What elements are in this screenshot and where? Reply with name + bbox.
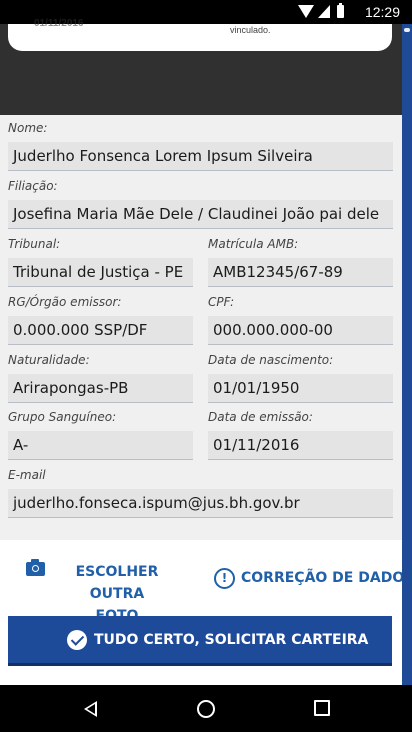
filiacao-value[interactable]: Josefina Maria Mãe Dele / Claudinei João…	[8, 200, 393, 229]
scrollbar-thumb[interactable]	[404, 28, 410, 32]
field-filiacao: Filiação: Josefina Maria Mãe Dele / Clau…	[8, 179, 393, 229]
wifi-icon	[298, 5, 314, 18]
emissao-value[interactable]: 01/11/2016	[208, 431, 393, 460]
recents-icon[interactable]	[314, 700, 330, 716]
field-nascimento: Data de nascimento: 01/01/1950	[208, 353, 393, 403]
card-preview: 01/11/2016 vinculado.	[8, 18, 392, 51]
field-label: Grupo Sanguíneo:	[8, 410, 117, 424]
field-email: E-mail juderlho.fonseca.ispum@jus.bh.gov…	[8, 468, 393, 518]
request-card-label: TUDO CERTO, SOLICITAR CARTEIRA	[94, 632, 369, 648]
sangue-value[interactable]: A-	[8, 431, 193, 460]
field-label: Tribunal:	[8, 237, 61, 251]
field-label: Naturalidade:	[8, 353, 90, 367]
field-label: Data de nascimento:	[208, 353, 334, 367]
tribunal-value[interactable]: Tribunal de Justiça - PE	[8, 258, 193, 287]
field-label: E-mail	[8, 468, 46, 482]
field-naturalidade: Naturalidade: Arirapongas-PB	[8, 353, 193, 403]
cpf-value[interactable]: 000.000.000-00	[208, 316, 393, 345]
card-date: 01/11/2016	[34, 18, 84, 29]
exclamation-circle-icon: !	[214, 568, 235, 589]
field-sangue: Grupo Sanguíneo: A-	[8, 410, 193, 460]
choose-photo-button[interactable]: ESCOLHER OUTRA FOTO	[22, 559, 182, 624]
field-matricula: Matrícula AMB: AMB12345/67-89	[208, 237, 393, 287]
scrollbar[interactable]	[402, 24, 412, 685]
field-label: CPF:	[208, 295, 235, 309]
correct-data-label: CORREÇÃO DE DADOS	[241, 570, 412, 586]
request-card-button[interactable]: TUDO CERTO, SOLICITAR CARTEIRA	[8, 616, 392, 666]
matricula-value[interactable]: AMB12345/67-89	[208, 258, 393, 287]
naturalidade-value[interactable]: Arirapongas-PB	[8, 374, 193, 403]
back-icon[interactable]	[84, 701, 97, 717]
card-text: vinculado.	[230, 25, 271, 35]
email-value[interactable]: juderlho.fonseca.ispum@jus.bh.gov.br	[8, 489, 393, 518]
field-label: Nome:	[8, 121, 48, 135]
field-emissao: Data de emissão: 01/11/2016	[208, 410, 393, 460]
form-content: Nome: Juderlho Fonsenca Lorem Ipsum Silv…	[0, 115, 402, 540]
signal-icon	[318, 5, 330, 18]
field-nome: Nome: Juderlho Fonsenca Lorem Ipsum Silv…	[8, 121, 393, 171]
correct-data-button[interactable]: ! CORREÇÃO DE DADOS	[212, 568, 412, 592]
choose-photo-line1: ESCOLHER OUTRA	[75, 564, 159, 602]
status-time: 12:29	[364, 4, 400, 20]
home-icon[interactable]	[197, 700, 215, 718]
battery-icon	[337, 3, 344, 18]
rg-value[interactable]: 0.000.000 SSP/DF	[8, 316, 193, 345]
nome-value[interactable]: Juderlho Fonsenca Lorem Ipsum Silveira	[8, 142, 393, 171]
field-label: RG/Órgão emissor:	[8, 295, 122, 309]
camera-icon	[26, 559, 45, 576]
navigation-bar	[0, 685, 412, 732]
field-label: Data de emissão:	[208, 410, 313, 424]
field-rg: RG/Órgão emissor: 0.000.000 SSP/DF	[8, 295, 193, 345]
field-tribunal: Tribunal: Tribunal de Justiça - PE	[8, 237, 193, 287]
field-cpf: CPF: 000.000.000-00	[208, 295, 393, 345]
check-circle-icon	[67, 630, 87, 650]
field-label: Filiação:	[8, 179, 58, 193]
card-header: 01/11/2016 vinculado.	[0, 18, 402, 115]
field-label: Matrícula AMB:	[208, 237, 299, 251]
nascimento-value[interactable]: 01/01/1950	[208, 374, 393, 403]
